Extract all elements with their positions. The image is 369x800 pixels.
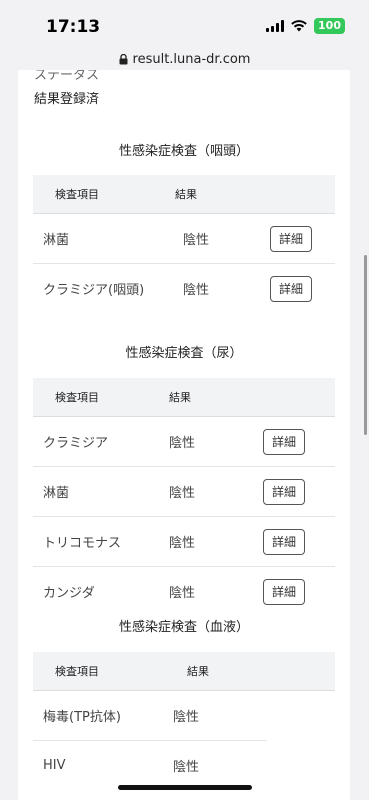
header-item: 検査項目 — [55, 665, 99, 678]
table-header: 検査項目 結果 — [33, 652, 335, 691]
row-result: 陰性 — [173, 760, 200, 775]
results-table-blood: 検査項目 結果 梅毒(TP抗体) 陰性 HIV 陰性 — [33, 652, 335, 790]
status-icons: 100 — [266, 18, 345, 34]
table-row: カンジダ 陰性 詳細 — [33, 567, 335, 616]
table-row: クラミジア 陰性 詳細 — [33, 417, 335, 467]
row-result: 陰性 — [183, 283, 210, 298]
row-item: クラミジア(咽頭) — [43, 283, 145, 298]
table-row: 淋菌 陰性 詳細 — [33, 214, 335, 264]
row-result: 陰性 — [173, 710, 200, 725]
row-result: 陰性 — [169, 536, 196, 551]
detail-button[interactable]: 詳細 — [270, 275, 313, 302]
home-indicator[interactable] — [118, 785, 252, 790]
table-header: 検査項目 結果 — [33, 175, 335, 214]
section-title-urine: 性感染症検査（尿） — [125, 346, 243, 361]
row-item: 梅毒(TP抗体) — [43, 710, 121, 725]
battery-indicator: 100 — [314, 18, 345, 34]
address-bar[interactable]: result.luna-dr.com — [0, 48, 369, 70]
url-text: result.luna-dr.com — [132, 51, 251, 67]
scrollbar-thumb[interactable] — [364, 255, 367, 435]
row-result: 陰性 — [169, 586, 196, 601]
table-row: HIV 陰性 — [33, 741, 267, 790]
status-bar: 17:13 100 — [0, 0, 369, 48]
table-row: 梅毒(TP抗体) 陰性 — [33, 691, 267, 741]
results-table-throat: 検査項目 結果 淋菌 陰性 詳細 クラミジア(咽頭) 陰性 詳細 — [33, 175, 335, 313]
detail-button[interactable]: 詳細 — [263, 528, 306, 555]
row-item: トリコモナス — [43, 536, 122, 551]
status-label: ステータス — [34, 70, 100, 83]
section-title-blood: 性感染症検査（血液） — [118, 620, 249, 635]
row-result: 陰性 — [169, 486, 196, 501]
lock-icon — [119, 53, 128, 64]
header-item: 検査項目 — [55, 391, 99, 404]
page-content: ステータス 結果登録済 性感染症検査（咽頭） 検査項目 結果 淋菌 陰性 詳細 … — [18, 70, 350, 800]
row-item: 淋菌 — [43, 233, 70, 248]
detail-button[interactable]: 詳細 — [263, 578, 306, 605]
table-row: 淋菌 陰性 詳細 — [33, 467, 335, 517]
table-row: トリコモナス 陰性 詳細 — [33, 517, 335, 567]
wifi-icon — [291, 20, 307, 32]
row-item: カンジダ — [43, 586, 95, 601]
status-value: 結果登録済 — [34, 92, 100, 107]
clock: 17:13 — [46, 17, 101, 37]
table-header: 検査項目 結果 — [33, 378, 335, 417]
section-title-throat: 性感染症検査（咽頭） — [118, 144, 249, 159]
row-item: HIV — [43, 758, 66, 773]
row-item: クラミジア — [43, 436, 109, 451]
row-result: 陰性 — [169, 436, 196, 451]
row-result: 陰性 — [183, 233, 210, 248]
table-row: クラミジア(咽頭) 陰性 詳細 — [33, 264, 335, 313]
detail-button[interactable]: 詳細 — [263, 478, 306, 505]
results-table-urine: 検査項目 結果 クラミジア 陰性 詳細 淋菌 陰性 詳細 トリコモナス 陰性 詳… — [33, 378, 335, 616]
header-item: 検査項目 — [55, 188, 99, 201]
row-item: 淋菌 — [43, 486, 70, 501]
detail-button[interactable]: 詳細 — [270, 225, 313, 252]
header-result: 結果 — [169, 391, 191, 404]
cellular-signal-icon — [266, 20, 285, 32]
header-result: 結果 — [175, 188, 197, 201]
detail-button[interactable]: 詳細 — [263, 428, 306, 455]
header-result: 結果 — [187, 665, 209, 678]
